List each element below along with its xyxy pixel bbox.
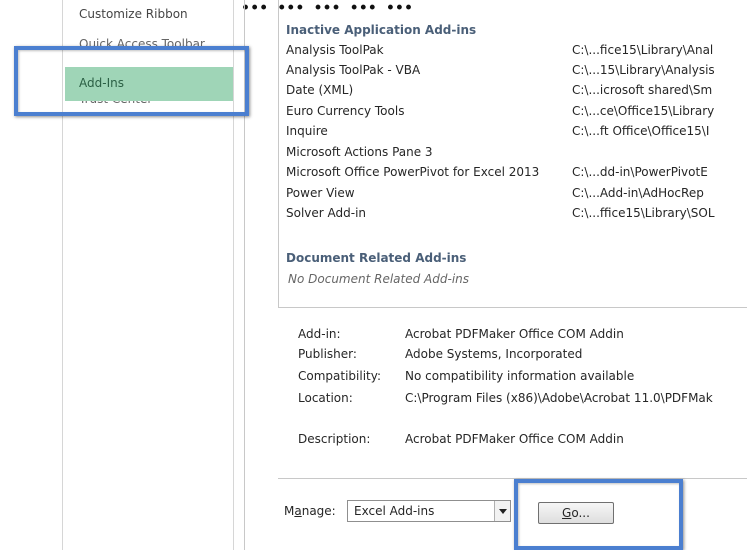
list-item[interactable]: Inquire C:\...ft Office\Office15\I: [286, 124, 747, 142]
addin-location: C:\...ft Office\Office15\I: [572, 124, 710, 138]
addin-value: Acrobat PDFMaker Office COM Addin: [405, 327, 624, 341]
addin-location: C:\...dd-in\PowerPivotE: [572, 165, 708, 179]
addin-label: Add-in:: [298, 327, 341, 341]
go-button[interactable]: Go...: [538, 502, 614, 524]
addin-name: Date (XML): [286, 83, 354, 97]
sidebar-item-add-ins[interactable]: Add-Ins: [65, 67, 233, 101]
addin-location: C:\...ce\Office15\Library: [572, 104, 715, 118]
manage-dropdown[interactable]: Excel Add-ins: [347, 500, 511, 522]
location-value: C:\Program Files (x86)\Adobe\Acrobat 11.…: [405, 391, 713, 405]
list-item[interactable]: Analysis ToolPak C:\...fice15\Library\An…: [286, 43, 747, 61]
publisher-label: Publisher:: [298, 347, 357, 361]
pane-divider: [244, 0, 245, 550]
addin-location: C:\...15\Library\Analysis: [572, 63, 715, 77]
location-label: Location:: [298, 391, 353, 405]
addin-location: C:\...icrosoft shared\Sm: [572, 83, 713, 97]
chevron-down-icon[interactable]: [494, 501, 510, 521]
list-item[interactable]: Microsoft Office PowerPivot for Excel 20…: [286, 165, 747, 183]
list-item[interactable]: Euro Currency Tools C:\...ce\Office15\Li…: [286, 104, 747, 122]
manage-label-part: M: [284, 504, 295, 518]
list-item[interactable]: Analysis ToolPak - VBA C:\...15\Library\…: [286, 63, 747, 81]
addin-name: Inquire: [286, 124, 328, 138]
manage-label: Manage:: [284, 504, 336, 518]
list-item[interactable]: Microsoft Actions Pane 3: [286, 145, 747, 163]
addin-location: C:\...fice15\Library\Anal: [572, 43, 714, 57]
addin-name: Power View: [286, 186, 355, 200]
no-document-addins-note: No Document Related Add-ins: [288, 272, 470, 286]
addin-name: Microsoft Office PowerPivot for Excel 20…: [286, 165, 540, 179]
publisher-value: Adobe Systems, Incorporated: [405, 347, 583, 361]
manage-dropdown-value: Excel Add-ins: [354, 504, 435, 518]
manage-label-part: nage:: [301, 504, 336, 518]
options-sidebar: Customize Ribbon Quick Access Toolbar Tr…: [62, 0, 234, 550]
list-item[interactable]: Power View C:\...Add-in\AdHocRep: [286, 186, 747, 204]
document-addins-header: Document Related Add-ins: [286, 251, 467, 265]
list-item[interactable]: Solver Add-in C:\...ffice15\Library\SOL: [286, 206, 747, 224]
addin-name: Microsoft Actions Pane 3: [286, 145, 433, 159]
list-item[interactable]: Date (XML) C:\...icrosoft shared\Sm: [286, 83, 747, 101]
inactive-addins-header: Inactive Application Add-ins: [286, 23, 477, 37]
addin-name: Analysis ToolPak - VBA: [286, 63, 421, 77]
sidebar-item-quick-access-toolbar[interactable]: Quick Access Toolbar: [79, 37, 205, 51]
addin-name: Euro Currency Tools: [286, 104, 405, 118]
compatibility-label: Compatibility:: [298, 369, 382, 383]
addin-name: Solver Add-in: [286, 206, 367, 220]
manage-label-access-key: a: [294, 504, 302, 518]
description-label: Description:: [298, 432, 371, 446]
addin-details: Add-in: Acrobat PDFMaker Office COM Addi…: [298, 320, 747, 460]
addins-list-panel: Inactive Application Add-ins Analysis To…: [278, 0, 747, 308]
go-access-key: G: [562, 506, 572, 520]
compatibility-value: No compatibility information available: [405, 369, 635, 383]
sidebar-item-customize-ribbon[interactable]: Customize Ribbon: [79, 7, 188, 21]
description-value: Acrobat PDFMaker Office COM Addin: [405, 432, 624, 446]
addin-location: C:\...ffice15\Library\SOL: [572, 206, 715, 220]
separator: [278, 478, 747, 479]
addin-location: C:\...Add-in\AdHocRep: [572, 186, 704, 200]
go-label: o...: [571, 506, 590, 520]
addin-name: Analysis ToolPak: [286, 43, 384, 57]
